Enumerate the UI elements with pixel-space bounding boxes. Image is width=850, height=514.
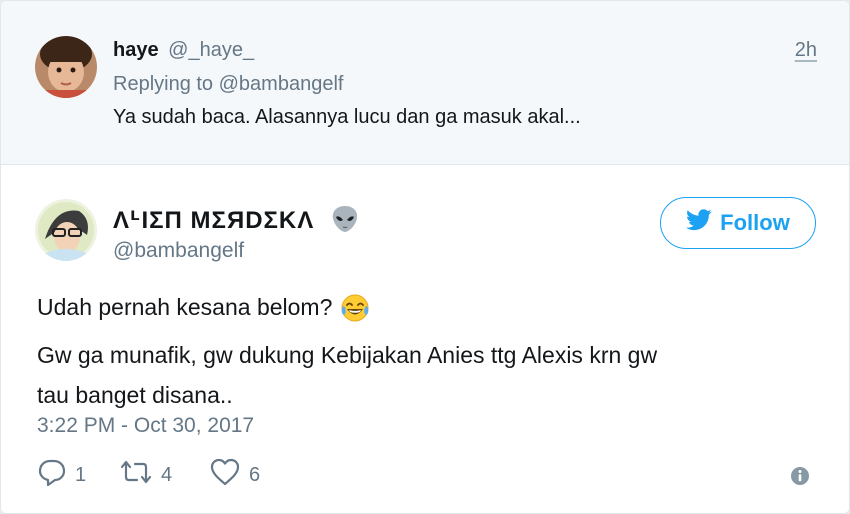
reply-tweet-text: Ya sudah baca. Alasannya lucu dan ga mas… [113,106,581,128]
tweet-text: Udah pernah kesana belom? Gw ga munafik,… [37,287,657,415]
author-avatar[interactable] [35,199,97,261]
tweet-text-line-3: tau banget disana.. [37,382,233,408]
author-display-name[interactable]: ΛᒻΙΣΠ ΜΣЯDΣΚΛ [113,204,360,241]
reply-icon [37,457,67,493]
tweet-text-line-2: Gw ga munafik, gw dukung Kebijakan Anies… [37,342,658,368]
like-action[interactable]: 6 [209,457,260,493]
tweet-text-line-1: Udah pernah kesana belom? [37,287,657,335]
info-icon[interactable] [790,466,810,491]
heart-icon [209,457,241,493]
reply-count: 1 [75,463,87,486]
retweet-count: 4 [161,463,173,486]
author-handle[interactable]: @bambangelf [113,239,244,263]
replying-to-mention[interactable]: @bambangelf [219,73,344,95]
reply-author-avatar[interactable] [35,36,97,98]
reply-author-handle[interactable]: @_haye_ [168,39,254,61]
retweet-icon [119,457,153,493]
twitter-bird-icon [686,209,712,237]
tears-of-joy-emoji-icon [340,293,370,335]
retweet-action[interactable]: 4 [119,457,172,493]
author-display-name-text: ΛᒻΙΣΠ ΜΣЯDΣΚΛ [113,207,315,234]
like-count: 6 [249,463,261,486]
reply-action[interactable]: 1 [37,457,86,493]
follow-button-label: Follow [720,210,790,235]
reply-author-name[interactable]: haye [113,39,159,61]
tweet-embed: haye @_haye_ 2h Replying to @bambangelf … [0,0,850,514]
tweet-timestamp[interactable]: 3:22 PM - Oct 30, 2017 [37,414,254,438]
tweet-text-line-1-content: Udah pernah kesana belom? [37,294,333,320]
alien-icon [330,204,360,241]
reply-timestamp[interactable]: 2h [795,39,817,62]
replying-prefix: Replying to [113,73,214,95]
reply-tweet[interactable]: haye @_haye_ 2h Replying to @bambangelf … [1,1,849,165]
replying-to-line: Replying to @bambangelf [113,73,343,96]
follow-button[interactable]: Follow [660,197,816,249]
